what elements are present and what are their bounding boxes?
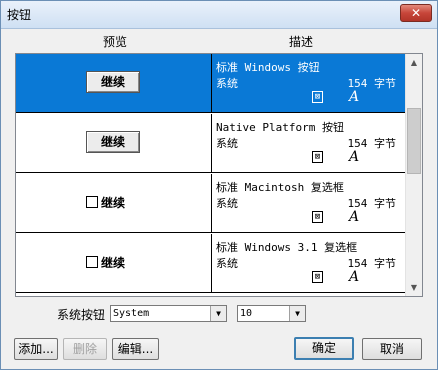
font-file-icon: ⊠: [312, 151, 323, 163]
list-item[interactable]: 继续 标准 Windows 3.1 复选框 系统 154 字节 ⊠ A: [16, 234, 405, 293]
column-header-description: 描述: [289, 35, 314, 49]
preview-checkbox: 继续: [86, 254, 125, 271]
close-button[interactable]: ✕: [400, 4, 432, 22]
scroll-thumb[interactable]: [407, 108, 421, 174]
ok-button[interactable]: 确定: [294, 337, 354, 360]
cancel-button[interactable]: 取消: [362, 338, 422, 360]
style-name: 标准 Windows 3.1 复选框: [216, 241, 358, 254]
font-select-value: System: [113, 308, 150, 319]
font-file-icon: ⊠: [312, 91, 323, 103]
scroll-down-arrow-icon[interactable]: ▼: [406, 279, 422, 296]
checkbox-icon: [86, 196, 98, 208]
scroll-up-arrow-icon[interactable]: ▲: [406, 54, 422, 71]
font-file-icon: ⊠: [312, 211, 323, 223]
title-bar[interactable]: 按钮 ✕: [1, 1, 437, 29]
delete-button[interactable]: 删除: [63, 338, 107, 360]
checkbox-icon: [86, 256, 98, 268]
font-file-icon: ⊠: [312, 271, 323, 283]
style-type: 系统: [216, 137, 238, 150]
preview-cell: 继续: [16, 114, 212, 172]
style-type: 系统: [216, 77, 238, 90]
dialog-window: 按钮 ✕ 预览 描述 继续 标准 Windows 按钮 系统 154 字节 ⊠ …: [0, 0, 438, 370]
preview-checkbox-label: 继续: [101, 256, 126, 270]
preview-button: 继续: [86, 131, 140, 153]
font-select[interactable]: System ▼: [110, 305, 227, 322]
style-name: Native Platform 按钮: [216, 121, 344, 134]
preview-checkbox: 继续: [86, 194, 125, 211]
vertical-scrollbar[interactable]: ▲ ▼: [405, 54, 422, 296]
size-select[interactable]: 10 ▼: [237, 305, 306, 322]
size-select-value: 10: [240, 308, 253, 319]
add-button[interactable]: 添加...: [14, 338, 58, 360]
window-title: 按钮: [7, 8, 32, 22]
list-item[interactable]: 继续 标准 Macintosh 复选框 系统 154 字节 ⊠ A: [16, 174, 405, 233]
style-type: 系统: [216, 197, 238, 210]
description-cell: 标准 Windows 按钮 系统 154 字节 ⊠ A: [216, 54, 404, 112]
truetype-icon: A: [349, 209, 360, 225]
style-name: 标准 Windows 按钮: [216, 61, 320, 74]
button-style-list[interactable]: 继续 标准 Windows 按钮 系统 154 字节 ⊠ A 继续 Native…: [15, 53, 423, 297]
preview-cell: 继续: [16, 174, 212, 232]
truetype-icon: A: [349, 89, 360, 105]
preview-cell: 继续: [16, 234, 212, 292]
preview-button: 继续: [86, 71, 140, 93]
chevron-down-icon[interactable]: ▼: [210, 306, 226, 321]
style-name: 标准 Macintosh 复选框: [216, 181, 344, 194]
chevron-down-icon[interactable]: ▼: [289, 306, 305, 321]
truetype-icon: A: [349, 269, 360, 285]
preview-cell: 继续: [16, 54, 212, 112]
style-type: 系统: [216, 257, 238, 270]
description-cell: Native Platform 按钮 系统 154 字节 ⊠ A: [216, 114, 404, 172]
column-header-preview: 预览: [103, 35, 128, 49]
edit-button[interactable]: 编辑...: [112, 338, 159, 360]
description-cell: 标准 Windows 3.1 复选框 系统 154 字节 ⊠ A: [216, 234, 404, 292]
system-button-label: 系统按钮: [57, 308, 106, 322]
list-item[interactable]: 继续 Native Platform 按钮 系统 154 字节 ⊠ A: [16, 114, 405, 173]
description-cell: 标准 Macintosh 复选框 系统 154 字节 ⊠ A: [216, 174, 404, 232]
truetype-icon: A: [349, 149, 360, 165]
list-item[interactable]: 继续 标准 Windows 按钮 系统 154 字节 ⊠ A: [16, 54, 405, 113]
preview-checkbox-label: 继续: [101, 196, 126, 210]
